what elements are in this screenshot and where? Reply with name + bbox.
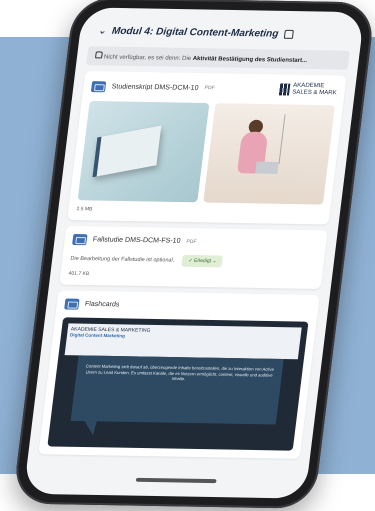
logo-mark-icon <box>278 83 291 96</box>
logo-line1: AKADEMIE <box>292 82 325 90</box>
activity-title[interactable]: Studienskript DMS-DCM-10 <box>111 83 199 91</box>
akademie-logo: AKADEMIE SALES & MARK <box>278 82 338 97</box>
activity-card-script: Studienskript DMS-DCM-10 PDF AKADEMIE SA… <box>67 71 347 225</box>
activity-card-flashcards: Flashcards AKADEMIE SALES & MARKETING Di… <box>38 290 320 459</box>
home-indicator <box>135 477 217 484</box>
phone-screen: ⌄ Modul 4: Digital Content-Marketing Nic… <box>23 7 365 499</box>
activity-description: Die Bearbeitung der Fallstudie ist optio… <box>70 255 175 264</box>
student-photo <box>203 103 336 205</box>
completion-button[interactable]: ✓ Erledigt ⌄ <box>181 254 224 268</box>
activity-card-case-study: Fallstudie DMS-DCM-FS-10 PDF Die Bearbei… <box>59 225 328 290</box>
chevron-down-icon[interactable]: ⌄ <box>98 26 107 37</box>
logo-line2: SALES & MARK <box>291 89 337 97</box>
module-title: Modul 4: Digital Content-Marketing <box>111 25 280 40</box>
completion-label: Erledigt <box>193 257 212 265</box>
file-icon <box>64 298 80 310</box>
notice-link[interactable]: Aktivität Bestätigung des Studienstart..… <box>192 56 307 64</box>
availability-notice: Nicht verfügbar, es sei denn: Die Aktivi… <box>86 46 350 70</box>
flashcard-preview[interactable]: AKADEMIE SALES & MARKETING Digital Conte… <box>47 317 309 451</box>
file-icon <box>90 80 107 92</box>
activity-title[interactable]: Fallstudie DMS-DCM-FS-10 <box>92 236 180 244</box>
file-type-badge: PDF <box>204 85 215 92</box>
file-type-badge: PDF <box>186 238 197 245</box>
file-size: 401.7 KB <box>68 270 90 278</box>
module-header[interactable]: ⌄ Modul 4: Digital Content-Marketing <box>79 7 365 49</box>
lock-icon <box>283 29 295 39</box>
phone-frame: ⌄ Modul 4: Digital Content-Marketing Nic… <box>12 0 375 509</box>
activity-title[interactable]: Flashcards <box>85 301 120 309</box>
file-size: 2.5 MB <box>76 206 93 213</box>
lock-icon <box>94 51 103 59</box>
phone-mockup: ⌄ Modul 4: Digital Content-Marketing Nic… <box>12 0 375 509</box>
notice-text: Nicht verfügbar, es sei denn: Die <box>103 54 194 62</box>
flashcard-bubble: Content Marketing zielt darauf ab, überz… <box>70 355 284 425</box>
file-icon <box>72 233 88 246</box>
script-cover-image <box>77 100 210 203</box>
flashcard-subtitle: Digital Content Marketing <box>69 332 126 339</box>
